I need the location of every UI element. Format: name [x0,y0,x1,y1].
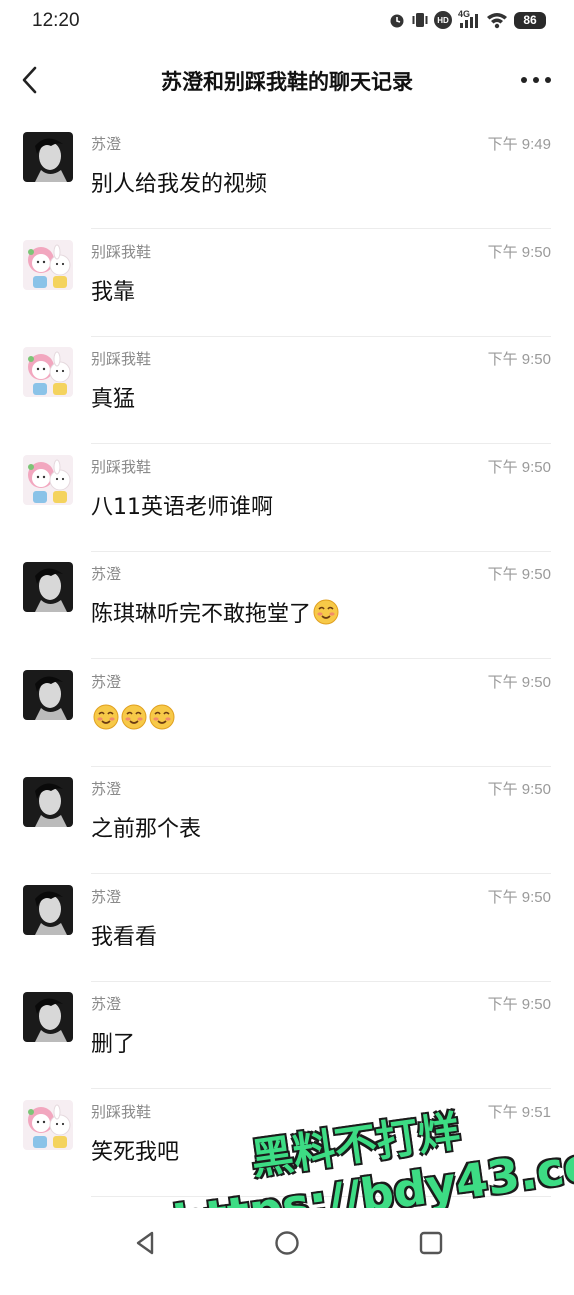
message-row[interactable]: 苏澄 下午 9:50 之前那个表 [0,767,574,874]
page-title: 苏澄和别踩我鞋的聊天记录 [161,70,413,94]
message-text: 八11英语老师谁啊 [91,489,273,521]
message-text-content: 我靠 [91,279,136,305]
more-options-icon[interactable] [518,66,554,94]
message-row[interactable]: 别踩我鞋 下午 9:50 我靠 [0,230,574,337]
avatar[interactable] [23,454,73,505]
avatar[interactable] [23,132,73,182]
battery-indicator: 86 [514,11,546,29]
divider [91,1195,551,1197]
message-text-content: 之前那个表 [91,817,202,842]
sender-name: 别踩我鞋 [91,1102,152,1121]
sender-name: 苏澄 [91,135,122,153]
message-row[interactable]: 别踩我鞋 下午 9:51 笑死我吧 [0,1090,574,1197]
message-text-content: 我看看 [91,924,158,950]
message-row[interactable]: 苏澄 下午 9:50 我看看 [0,875,574,982]
cellular-signal-icon: 4G [458,9,480,29]
avatar[interactable] [23,669,73,720]
vibrate-icon [412,13,428,27]
message-text-content: 八11英语老师谁啊 [91,494,273,520]
blush-emoji-icon [149,704,175,730]
message-time: 下午 9:50 [487,243,551,261]
avatar[interactable] [23,992,73,1042]
status-bar: 12:20 HD 4G 86 [0,0,574,44]
system-nav-bar [0,1208,574,1280]
message-row[interactable]: 苏澄 下午 9:50 [0,660,574,767]
message-row[interactable]: 苏澄 下午 9:50 陈琪琳听完不敢拖堂了 [0,552,574,659]
sender-name: 苏澄 [91,780,122,798]
nav-back-triangle-icon[interactable] [130,1228,160,1258]
message-text: 之前那个表 [91,811,201,843]
avatar[interactable] [23,239,73,290]
sender-name: 别踩我鞋 [91,350,152,368]
message-row[interactable]: 苏澄 下午 9:50 删了 [0,982,574,1089]
message-row[interactable]: 别踩我鞋 下午 9:50 真猛 [0,337,574,444]
sender-name: 别踩我鞋 [91,457,152,476]
message-text-content: 删了 [91,1032,136,1057]
nav-recents-square-icon[interactable] [416,1228,446,1258]
message-text: 别人给我发的视频 [91,166,267,198]
sender-name: 苏澄 [91,672,122,691]
message-text-content: 陈琪琳听完不敢拖堂了 [91,602,312,627]
nav-bar: 苏澄和别踩我鞋的聊天记录 [0,52,574,108]
message-time: 下午 9:50 [487,888,551,906]
sender-name: 苏澄 [91,995,122,1013]
nav-home-circle-icon[interactable] [272,1228,302,1258]
blush-emoji-icon [313,599,339,625]
hd-icon: HD [434,11,452,29]
blush-emoji-icon [93,704,119,730]
avatar[interactable] [23,1099,73,1150]
message-time: 下午 9:50 [487,566,551,583]
message-row[interactable]: 别踩我鞋 下午 9:50 八11英语老师谁啊 [0,445,574,552]
blush-emoji-icon [121,704,147,730]
status-time: 12:20 [32,10,80,31]
status-icons: HD 4G 86 [388,9,546,29]
avatar[interactable] [23,347,73,397]
message-text: 我看看 [91,919,157,951]
message-time: 下午 9:51 [487,1103,551,1121]
message-time: 下午 9:50 [487,673,551,691]
message-text: 我靠 [91,274,135,306]
message-time: 下午 9:50 [487,781,551,798]
message-text-content: 别人给我发的视频 [91,172,268,197]
wifi-icon [487,13,507,29]
alarm-icon [390,14,404,28]
sender-name: 别踩我鞋 [91,242,152,261]
sender-name: 苏澄 [91,887,122,906]
avatar[interactable] [23,562,73,612]
message-time: 下午 9:49 [487,136,551,153]
message-text-content: 笑死我吧 [91,1139,180,1165]
message-time: 下午 9:50 [487,458,551,476]
message-text: 笑死我吧 [91,1134,179,1166]
message-text: 真猛 [91,381,135,413]
message-row[interactable]: 苏澄 下午 9:49 别人给我发的视频 [0,122,574,229]
message-text [91,704,175,730]
avatar[interactable] [23,777,73,827]
avatar[interactable] [23,884,73,935]
message-text: 删了 [91,1026,135,1058]
message-text-content: 真猛 [91,387,136,412]
sender-name: 苏澄 [91,565,122,583]
message-text: 陈琪琳听完不敢拖堂了 [91,596,339,628]
message-time: 下午 9:50 [487,996,551,1013]
message-time: 下午 9:50 [487,351,551,368]
